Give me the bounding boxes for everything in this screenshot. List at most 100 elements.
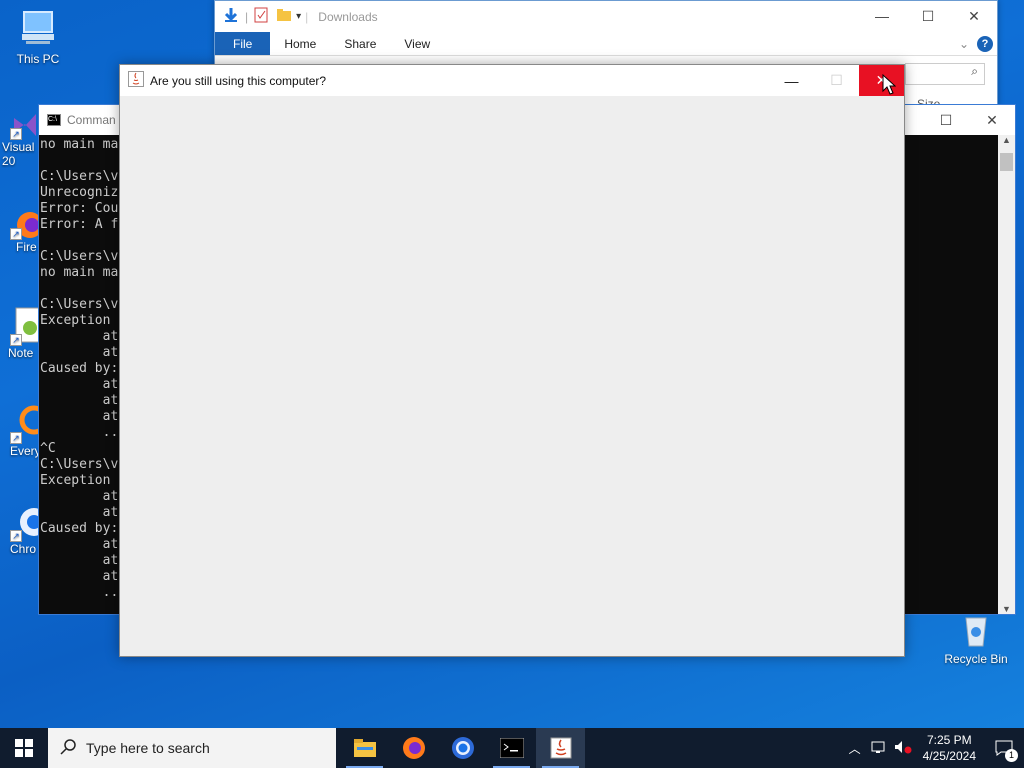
mouse-cursor-icon: [882, 73, 897, 99]
java-icon: [550, 737, 571, 759]
cmd-output-line: at: [40, 409, 119, 424]
show-hidden-icons-chevron-icon[interactable]: ︿: [843, 740, 867, 757]
quick-access-dropdown-icon[interactable]: ▾: [296, 11, 301, 22]
properties-icon[interactable]: [254, 7, 268, 26]
maximize-icon[interactable]: ☐: [905, 1, 951, 31]
ribbon-expand-icon[interactable]: ⌄: [959, 37, 969, 51]
dialog-title: Are you still using this computer?: [150, 73, 327, 88]
desktop-icon-recycle-bin[interactable]: Recycle Bin: [938, 612, 1014, 666]
taskbar-java-app[interactable]: [536, 728, 585, 768]
recycle-bin-icon: [958, 612, 994, 648]
help-icon[interactable]: ?: [977, 35, 993, 52]
cmd-output-line: [40, 153, 118, 169]
minimize-icon[interactable]: —: [769, 65, 814, 96]
close-icon[interactable]: ✕: [951, 1, 997, 31]
taskbar-search-box[interactable]: Type here to search: [48, 728, 336, 768]
cmd-output-line: C:\Users\v: [40, 169, 119, 184]
cmd-output-line: at: [40, 329, 119, 344]
chrome-icon: [451, 737, 474, 759]
taskbar-chrome[interactable]: [438, 728, 487, 768]
notepad-icon: ↗: [10, 306, 41, 346]
cmd-output-line: Exception: [40, 473, 111, 488]
firefox-icon: [402, 737, 425, 759]
cmd-output-line: C:\Users\v: [40, 249, 119, 264]
dialog-titlebar[interactable]: Are you still using this computer? — ☐ ✕: [120, 65, 904, 96]
cmd-icon: [499, 738, 524, 758]
maximize-icon[interactable]: ☐: [923, 105, 969, 135]
explorer-ribbon: File Home Share View ⌄ ?: [215, 32, 997, 56]
tab-file[interactable]: File: [215, 32, 271, 55]
desktop-icon-this-pc[interactable]: This PC: [0, 8, 76, 66]
cmd-output-line: at: [40, 505, 119, 520]
network-icon[interactable]: [867, 740, 891, 757]
explorer-titlebar[interactable]: | ▾ | Downloads — ☐ ✕: [215, 1, 997, 32]
tab-view[interactable]: View: [390, 32, 444, 55]
download-arrow-icon: [223, 7, 239, 26]
minimize-icon[interactable]: —: [859, 1, 905, 31]
search-icon: ⌕: [971, 64, 978, 78]
dialog-content: [120, 96, 904, 656]
taskbar-clock[interactable]: 7:25 PM 4/25/2024: [915, 732, 984, 764]
shortcut-arrow-icon: ↗: [10, 530, 22, 542]
cmd-output-line: ..: [40, 585, 119, 600]
cmd-output-line: ^C: [40, 441, 56, 456]
start-button[interactable]: [0, 728, 48, 768]
firefox-icon: ↗: [10, 210, 43, 240]
cmd-output-line: ..: [40, 425, 119, 440]
cmd-output-line: no main ma: [40, 137, 119, 152]
cmd-output-line: at: [40, 393, 119, 408]
cmd-output-line: Exception: [40, 313, 111, 328]
shortcut-arrow-icon: ↗: [10, 228, 22, 240]
taskbar: Type here to search ︿ 7:25 PM 4/25/2024 …: [0, 728, 1024, 768]
scroll-up-icon[interactable]: ▲: [998, 135, 1015, 145]
cmd-output-line: at: [40, 489, 119, 504]
cmd-output-line: Unrecogniz: [40, 185, 119, 200]
close-icon[interactable]: ✕: [969, 105, 1015, 135]
computer-icon: [18, 8, 58, 48]
notification-count: 1: [1005, 749, 1018, 762]
taskbar-firefox[interactable]: [389, 728, 438, 768]
everything-search-icon: ↗: [10, 404, 49, 444]
clock-time: 7:25 PM: [926, 733, 972, 747]
action-center-button[interactable]: 1: [984, 728, 1024, 768]
cmd-output-line: C:\Users\v: [40, 457, 119, 472]
cmd-output-line: at: [40, 553, 119, 568]
desktop-icon-label: This PC: [16, 52, 60, 66]
cmd-output-line: at: [40, 377, 119, 392]
windows-logo-icon: [15, 739, 33, 757]
cmd-output-line: at: [40, 537, 119, 552]
chrome-icon: ↗: [10, 502, 48, 542]
search-icon: [60, 738, 76, 758]
scrollbar-thumb[interactable]: [1000, 153, 1013, 171]
tab-share[interactable]: Share: [330, 32, 390, 55]
cmd-output-line: Error: A f: [40, 217, 119, 232]
cmd-output-line: at: [40, 569, 119, 584]
maximize-icon: ☐: [830, 72, 843, 88]
system-tray: ︿ 7:25 PM 4/25/2024 1: [843, 728, 1024, 768]
cmd-icon: C:\: [47, 114, 61, 126]
cmd-output-line: [40, 233, 118, 249]
java-icon: [128, 71, 144, 90]
cmd-output-line: Caused by:: [40, 361, 119, 376]
desktop-icon-label: Recycle Bin: [944, 652, 1008, 666]
cmd-output: no main ma C:\Users\v Unrecogniz Error: Cou…: [40, 137, 118, 601]
idle-check-dialog[interactable]: Are you still using this computer? — ☐ ✕: [119, 64, 905, 657]
tab-home[interactable]: Home: [270, 32, 330, 55]
taskbar-file-explorer[interactable]: [340, 728, 389, 768]
cmd-output-line: at: [40, 345, 119, 360]
cmd-output-line: Caused by:: [40, 521, 119, 536]
explorer-search-box[interactable]: ⌕: [905, 63, 985, 85]
explorer-title: Downloads: [318, 9, 378, 24]
shortcut-arrow-icon: ↗: [10, 128, 22, 140]
cmd-scrollbar[interactable]: ▲ ▼: [998, 135, 1015, 614]
volume-muted-icon[interactable]: [891, 740, 915, 757]
visual-studio-icon: ↗: [10, 110, 40, 140]
cmd-output-line: [40, 281, 118, 297]
new-folder-icon[interactable]: [276, 8, 292, 25]
shortcut-arrow-icon: ↗: [10, 334, 22, 346]
taskbar-command-prompt[interactable]: [487, 728, 536, 768]
clock-date: 4/25/2024: [922, 749, 976, 763]
cmd-output-line: C:\Users\v: [40, 297, 119, 312]
cmd-title: Comman: [67, 113, 116, 127]
shortcut-arrow-icon: ↗: [10, 432, 22, 444]
